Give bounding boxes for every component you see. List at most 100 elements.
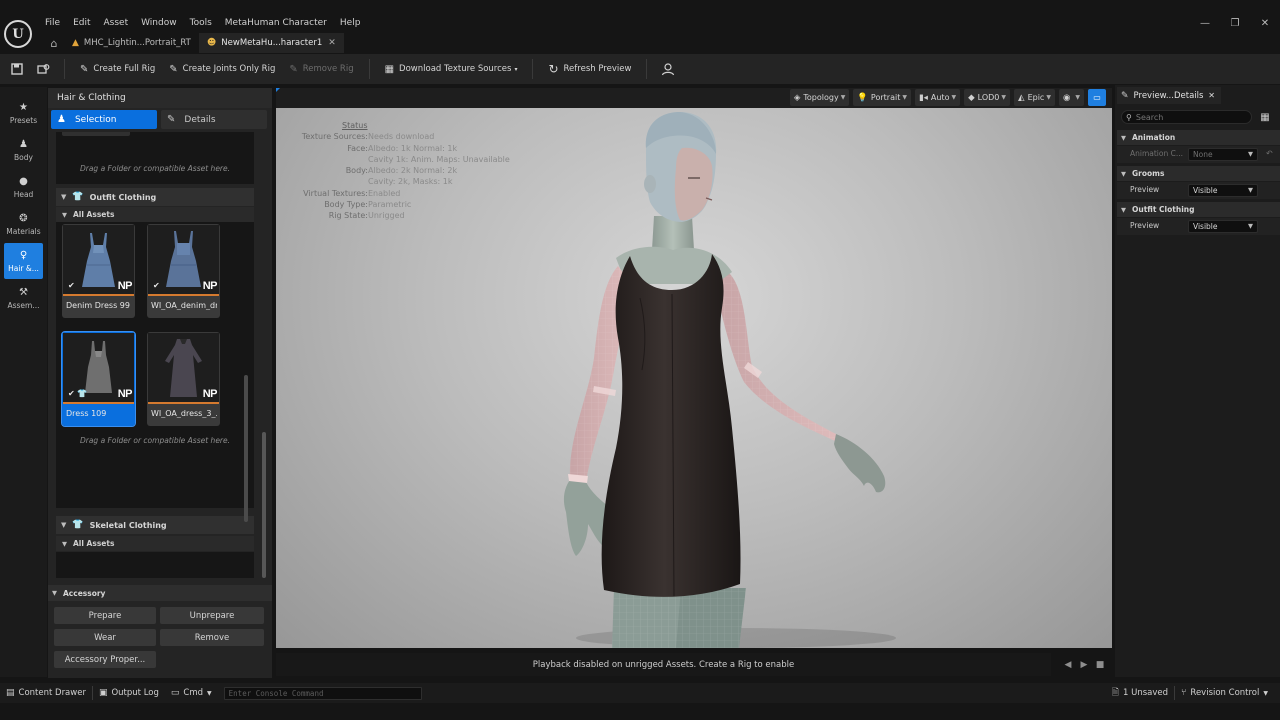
browse-asset-icon[interactable] (30, 56, 56, 82)
outfit-clothing-section[interactable]: ▼ 👕 Outfit Clothing (56, 188, 254, 206)
visibility-dropdown[interactable]: ◉ ▼ (1058, 89, 1084, 106)
play-reverse-icon[interactable]: ◀ (1060, 657, 1076, 673)
tab-lighting-portrait[interactable]: ▲ MHC_Lightin...Portrait_RT (64, 33, 199, 53)
menu-window[interactable]: Window (136, 16, 182, 30)
close-tab-icon[interactable]: ✕ (1208, 91, 1215, 100)
checker-texture-icon: ▦ (384, 63, 395, 75)
reset-arrow-icon[interactable]: ↶ (1266, 149, 1273, 158)
asset-tile-dress-109[interactable]: ✔ 👕 NP Dress 109 (61, 331, 136, 427)
np-badge: NP (202, 280, 218, 292)
check-badge-icon: ✔ (68, 281, 75, 290)
menu-asset[interactable]: Asset (99, 16, 134, 30)
quality-dropdown[interactable]: ◭ Epic ▼ (1014, 89, 1055, 106)
skeletal-clothing-section[interactable]: ▼ 👕 Skeletal Clothing (56, 516, 254, 534)
mode-assembly[interactable]: ⚒ Assem... (4, 280, 43, 316)
prepare-button[interactable]: Prepare (54, 607, 156, 624)
stop-icon[interactable]: ■ (1092, 657, 1108, 673)
menu-tools[interactable]: Tools (185, 16, 217, 30)
animation-class-select[interactable]: None ▼ (1188, 148, 1258, 161)
menu-edit[interactable]: Edit (68, 16, 95, 30)
grooms-preview-select[interactable]: Visible ▼ (1188, 184, 1258, 197)
unprepare-button[interactable]: Unprepare (160, 607, 264, 624)
selection-tab[interactable]: ♟ Selection (51, 110, 157, 129)
minimize-button[interactable]: — (1190, 14, 1220, 32)
eye-icon: ◉ (1062, 92, 1071, 103)
remove-rig-label: Remove Rig (302, 64, 354, 74)
revision-control-button[interactable]: ⑂ Revision Control ▼ (1175, 683, 1274, 703)
cmd-dropdown[interactable]: ▭ Cmd ▼ (165, 683, 218, 703)
toolbar-divider (64, 59, 65, 79)
category-outfit-clothing[interactable]: ▼ Outfit Clothing (1117, 202, 1280, 217)
accessory-properties-button[interactable]: Accessory Proper... (54, 651, 156, 668)
panel-scrollbar[interactable] (262, 432, 266, 578)
selection-icon: ♟ (57, 114, 66, 125)
console-command-input[interactable] (223, 686, 422, 700)
refresh-preview-button[interactable]: ↻ Refresh Preview (541, 57, 638, 81)
mode-hair-clothing[interactable]: ♀ Hair &... (4, 243, 43, 279)
close-window-button[interactable]: ✕ (1250, 14, 1280, 32)
skeletal-all-assets-header[interactable]: ▼ All Assets (56, 536, 254, 551)
mode-presets[interactable]: ★ Presets (4, 95, 43, 131)
tab-new-metahuman-character[interactable]: ☻ NewMetaHu...haracter1 ✕ (198, 33, 344, 53)
preview-details-tab[interactable]: ✎ Preview...Details ✕ (1117, 87, 1221, 104)
download-texture-sources-button[interactable]: ▦ Download Texture Sources ▾ (378, 57, 525, 81)
close-tab-icon[interactable]: ✕ (328, 38, 336, 48)
chevron-down-icon: ▼ (61, 193, 67, 201)
category-animation[interactable]: ▼ Animation (1117, 130, 1280, 145)
clothing-scroll-area[interactable]: Drag a Folder or compatible Asset here. … (54, 132, 260, 578)
lighting-dropdown[interactable]: 💡 Portrait ▼ (853, 89, 911, 106)
unsaved-file-icon: 🗎 (1111, 688, 1119, 698)
home-icon[interactable]: ⌂ (44, 33, 64, 53)
unsaved-button[interactable]: 🗎 1 Unsaved (1106, 683, 1174, 703)
asset-tile-denim-dress-99[interactable]: ✔ NP Denim Dress 99 (62, 224, 135, 318)
mode-body[interactable]: ♟ Body (4, 132, 43, 168)
create-full-rig-button[interactable]: ✎ Create Full Rig (73, 57, 162, 81)
rig-icon: ✎ (80, 63, 89, 75)
remove-rig-button[interactable]: ✎ Remove Rig (282, 57, 360, 81)
search-input[interactable] (1135, 112, 1236, 122)
outfit-preview-select[interactable]: Visible ▼ (1188, 220, 1258, 233)
status-value: Enabled (368, 188, 401, 198)
asset-tile-wi-oa-dress-3[interactable]: NP WI_OA_dress_3_... (147, 332, 220, 426)
category-grooms[interactable]: ▼ Grooms (1117, 166, 1280, 181)
hair-icon: ♀ (19, 249, 28, 261)
menu-file[interactable]: File (40, 16, 65, 30)
property-outfit-preview: Preview Visible ▼ (1117, 218, 1280, 235)
content-drawer-button[interactable]: ▤ Content Drawer (0, 683, 92, 703)
viewport-layout-toggle[interactable]: ▭ (1088, 89, 1106, 106)
property-animation-class: Animation C... None ▼ ↶ (1117, 146, 1280, 163)
camera-dropdown[interactable]: ▮◂ Auto ▼ (914, 89, 961, 106)
mode-head[interactable]: ● Head (4, 169, 43, 205)
output-log-button[interactable]: ▣ Output Log (93, 683, 165, 703)
restore-button[interactable]: ❐ (1220, 14, 1250, 32)
menu-help[interactable]: Help (335, 16, 366, 30)
play-icon[interactable]: ▶ (1076, 657, 1092, 673)
user-icon[interactable] (655, 56, 681, 82)
mode-materials[interactable]: ❂ Materials (4, 206, 43, 242)
property-matrix-icon[interactable]: ▦ (1258, 110, 1272, 124)
remove-button[interactable]: Remove (160, 629, 264, 646)
unreal-logo-icon[interactable]: U (4, 20, 32, 48)
create-joints-only-rig-button[interactable]: ✎ Create Joints Only Rig (162, 57, 282, 81)
lod-dropdown[interactable]: ◆ LOD0 ▼ (964, 89, 1011, 106)
wear-button[interactable]: Wear (54, 629, 156, 646)
lighting-label: Portrait (870, 93, 901, 102)
save-icon[interactable] (4, 56, 30, 82)
chevron-down-icon: ▼ (62, 210, 67, 219)
layout-icon: ▭ (1093, 93, 1101, 102)
drop-hint: Drag a Folder or compatible Asset here. (79, 164, 231, 173)
topology-dropdown[interactable]: ◈ Topology ▼ (789, 89, 850, 106)
drop-area[interactable]: Drag a Folder or compatible Asset here. (56, 132, 254, 184)
menu-metahuman-character[interactable]: MetaHuman Character (220, 16, 332, 30)
asset-tile-wi-oa-denim-dress[interactable]: ✔ NP WI_OA_denim_dr... (147, 224, 220, 318)
refresh-icon: ↻ (548, 62, 559, 76)
character-viewport[interactable]: Status Texture Sources: Needs download Fa… (276, 108, 1112, 648)
details-tab[interactable]: ✎ Details (161, 110, 267, 129)
chevron-down-icon: ▼ (840, 94, 846, 101)
inner-scrollbar[interactable] (244, 375, 248, 522)
outfit-all-assets-header[interactable]: ▼ All Assets (56, 207, 254, 222)
status-title: Status (342, 121, 368, 130)
skeletal-drop-area[interactable]: Drag a Folder or compatible Asset here. (56, 552, 254, 578)
accessory-section[interactable]: ▼ Accessory (48, 585, 272, 601)
panel-title: Hair & Clothing (48, 88, 272, 108)
